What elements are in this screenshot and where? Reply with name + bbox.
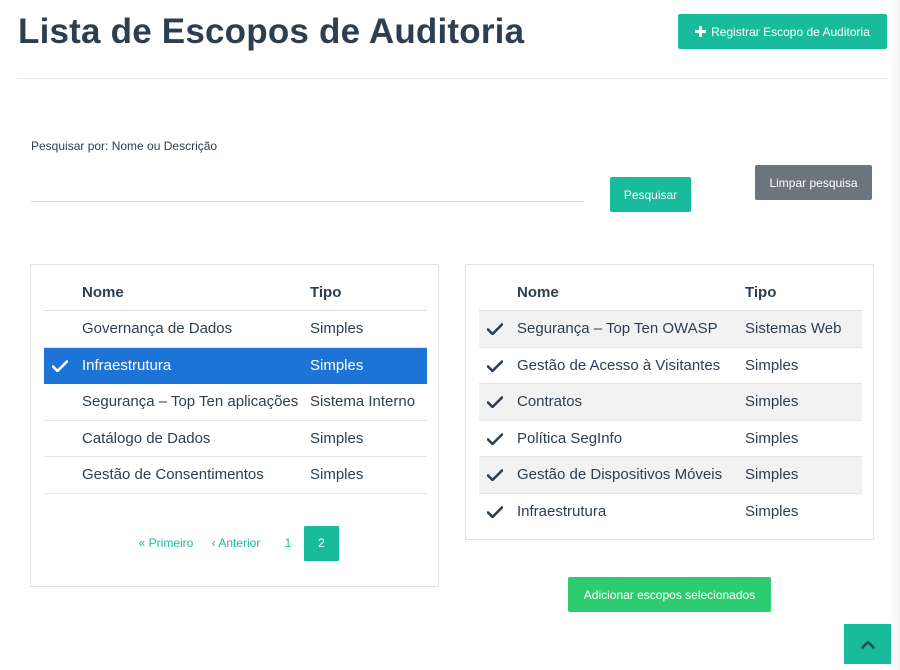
available-scopes-panel: Nome Tipo Governança de Dados Simples In…	[30, 264, 439, 587]
page-scrollbar	[890, 0, 900, 670]
check-icon	[52, 359, 68, 372]
row-type: Simples	[745, 466, 799, 483]
row-type: Sistema Interno	[310, 393, 416, 410]
row-name: Contratos	[517, 393, 583, 410]
row-type: Simples	[310, 320, 364, 337]
row-type: Simples	[310, 429, 364, 447]
check-icon	[487, 469, 503, 481]
table-row[interactable]: Gestão de Acesso à Visitantes Simples	[479, 348, 862, 384]
search-button[interactable]: Pesquisar	[610, 177, 691, 212]
row-name: Política SegInfo	[517, 429, 623, 447]
clear-search-button[interactable]: Limpar pesquisa	[755, 165, 872, 200]
pagination-previous-link[interactable]: ‹ Anterior	[206, 526, 266, 561]
table-header: Nome Tipo	[479, 275, 862, 311]
column-header-name: Nome	[517, 284, 559, 301]
row-type: Sistemas Web	[745, 320, 842, 337]
table-row[interactable]: Segurança – Top Ten OWASP Sistemas Web	[479, 311, 862, 348]
search-label: Pesquisar por: Nome ou Descrição	[31, 139, 218, 153]
pagination: « Primeiro ‹ Anterior 1 2	[31, 526, 440, 561]
row-name: Gestão de Acesso à Visitantes	[517, 356, 721, 374]
check-icon	[487, 505, 503, 518]
row-name: Infraestrutura	[517, 502, 607, 520]
row-type: Simples	[745, 429, 799, 447]
row-type: Simples	[745, 393, 799, 410]
page-title: Lista de Escopos de Auditoria	[18, 12, 525, 51]
row-name: Gestão de Dispositivos Móveis	[517, 466, 723, 483]
column-header-type: Tipo	[310, 284, 342, 301]
table-row-selected[interactable]: Infraestrutura Simples	[44, 347, 427, 384]
check-icon	[487, 432, 503, 445]
column-header-name: Nome	[82, 284, 124, 301]
table-row[interactable]: Gestão de Consentimentos Simples	[44, 457, 427, 494]
selected-scopes-table: Nome Tipo Segurança – Top Ten OWASP Sist…	[479, 275, 862, 530]
table-row[interactable]: Segurança – Top Ten aplicações Sistema I…	[44, 384, 427, 421]
table-row[interactable]: Governança de Dados Simples	[44, 311, 427, 348]
row-name: Gestão de Consentimentos	[82, 466, 264, 483]
row-name: Catálogo de Dados	[82, 429, 211, 447]
check-icon	[487, 323, 503, 335]
header-divider	[18, 78, 887, 79]
back-to-top-button[interactable]	[844, 624, 891, 664]
row-type: Simples	[310, 466, 364, 483]
row-name: Segurança – Top Ten aplicações	[82, 393, 299, 410]
check-icon	[487, 359, 503, 372]
row-name: Governança de Dados	[82, 320, 233, 337]
check-icon	[487, 396, 503, 408]
row-type: Simples	[310, 356, 364, 374]
plus-icon	[695, 26, 707, 37]
row-type: Simples	[745, 356, 799, 374]
table-row[interactable]: Gestão de Dispositivos Móveis Simples	[479, 457, 862, 494]
table-row[interactable]: Catálogo de Dados Simples	[44, 421, 427, 457]
column-header-type: Tipo	[745, 284, 777, 301]
table-header: Nome Tipo	[44, 275, 427, 311]
table-row[interactable]: Política SegInfo Simples	[479, 421, 862, 457]
row-name: Infraestrutura	[82, 356, 172, 374]
chevron-up-icon	[860, 640, 875, 649]
search-input[interactable]	[31, 176, 584, 202]
register-scope-label: Registrar Escopo de Auditoria	[711, 24, 870, 39]
selected-scopes-panel: Nome Tipo Segurança – Top Ten OWASP Sist…	[465, 264, 874, 540]
pagination-page-1[interactable]: 1	[271, 526, 305, 561]
row-type: Simples	[745, 502, 799, 520]
available-scopes-table: Nome Tipo Governança de Dados Simples In…	[44, 275, 427, 494]
pagination-first-link[interactable]: « Primeiro	[131, 526, 201, 561]
table-row[interactable]: Infraestrutura Simples	[479, 494, 862, 531]
register-scope-button[interactable]: Registrar Escopo de Auditoria	[678, 14, 887, 49]
add-selected-scopes-button[interactable]: Adicionar escopos selecionados	[568, 577, 771, 612]
pagination-page-2-current[interactable]: 2	[304, 526, 339, 561]
row-name: Segurança – Top Ten OWASP	[517, 320, 718, 337]
table-row[interactable]: Contratos Simples	[479, 384, 862, 421]
